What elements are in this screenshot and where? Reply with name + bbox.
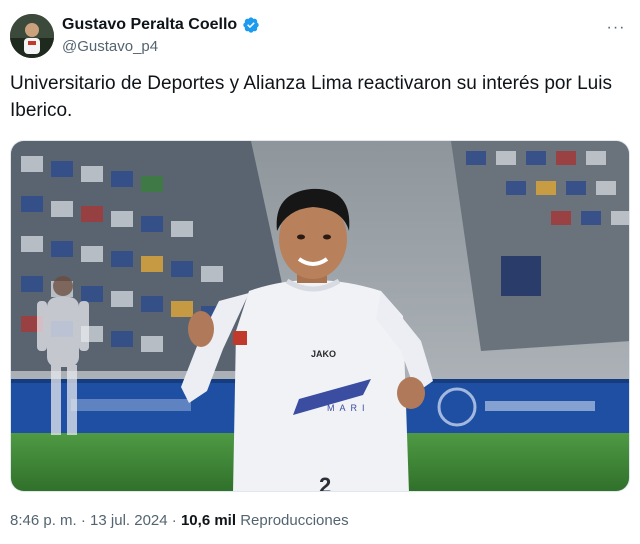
meta-separator: · xyxy=(171,512,177,529)
more-options-icon[interactable]: ··· xyxy=(604,18,628,38)
name-row: Gustavo Peralta Coello xyxy=(62,16,260,34)
meta-separator: · xyxy=(80,512,86,529)
tweet-text: Universitario de Deportes y Alianza Lima… xyxy=(10,73,612,121)
views-count: 10,6 mil xyxy=(180,512,237,529)
jersey-sponsor-text: MARI xyxy=(327,403,370,413)
tweet-metadata: 8:46 p. m. · 13 jul. 2024 · 10,6 mil Rep… xyxy=(10,512,349,529)
user-handle[interactable]: @Gustavo_p4 xyxy=(62,38,158,55)
avatar-image xyxy=(10,14,54,58)
display-name[interactable]: Gustavo Peralta Coello xyxy=(62,16,237,34)
avatar[interactable] xyxy=(10,14,54,58)
photo-football-player: JAKO MARI 2 xyxy=(11,141,629,492)
verified-badge-icon xyxy=(243,17,259,33)
views-label: Reproducciones xyxy=(240,512,349,529)
jersey-brand-text: JAKO xyxy=(311,349,336,359)
tweet-header: Gustavo Peralta Coello @Gustavo_p4 ··· xyxy=(10,14,630,58)
post-time[interactable]: 8:46 p. m. xyxy=(10,512,77,529)
post-date[interactable]: 13 jul. 2024 xyxy=(90,512,168,529)
jersey-number-text: 2 xyxy=(319,473,331,492)
tweet-photo[interactable]: JAKO MARI 2 xyxy=(10,140,630,492)
